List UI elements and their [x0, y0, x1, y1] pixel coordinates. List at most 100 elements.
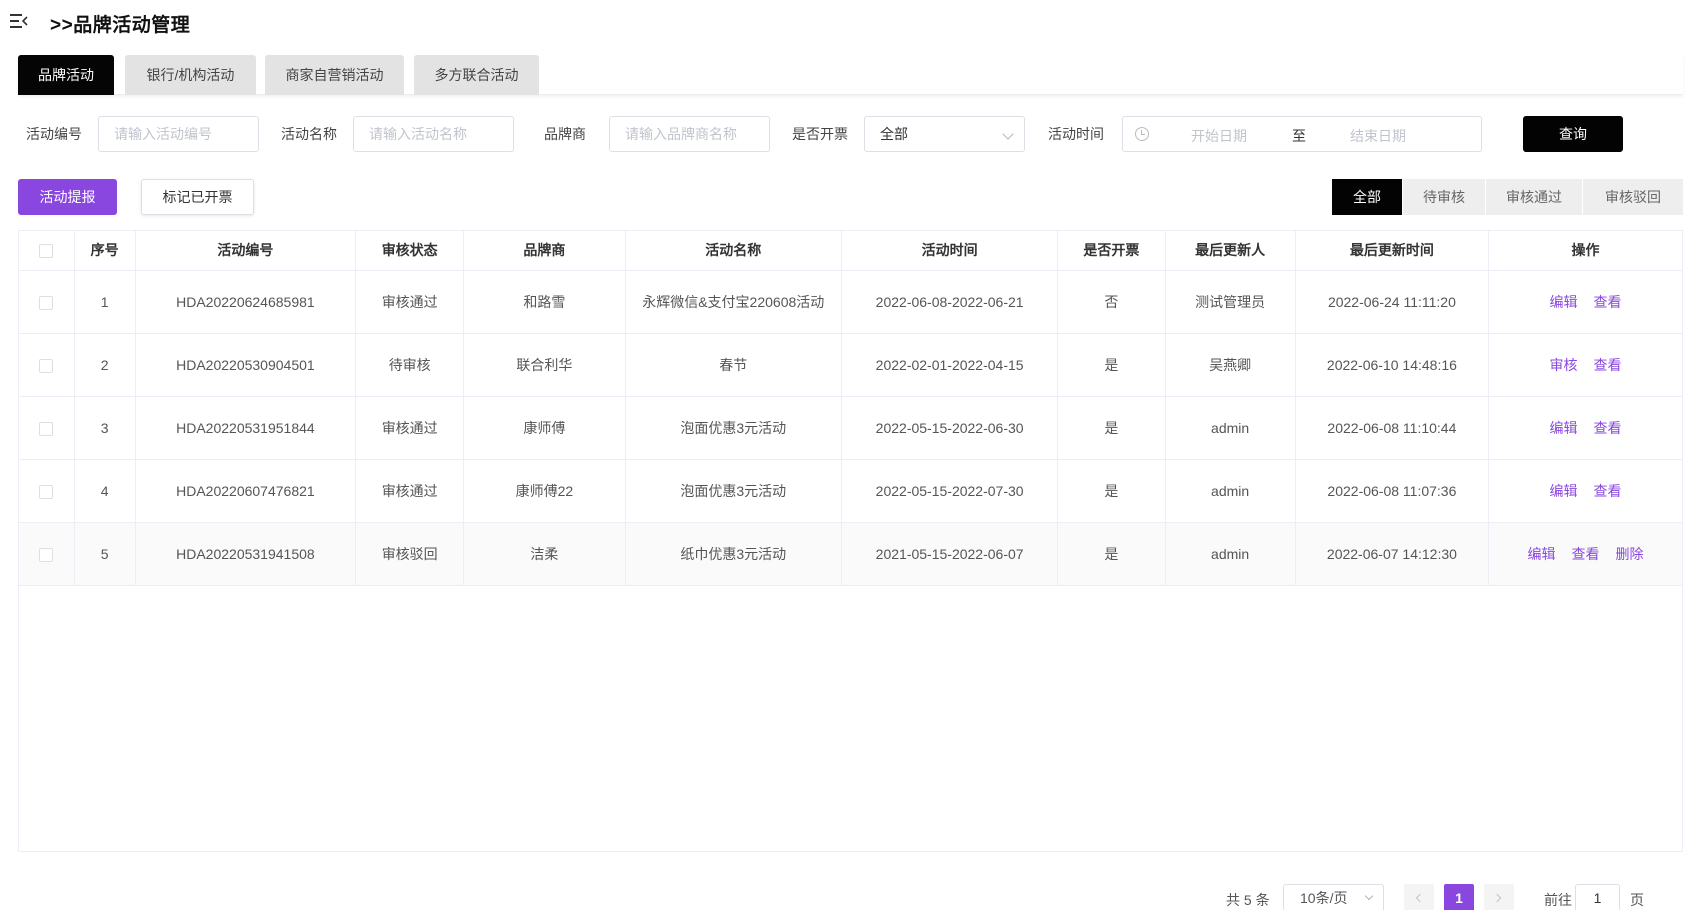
clock-icon	[1135, 127, 1149, 141]
view-link[interactable]: 查看	[1594, 483, 1622, 499]
row-name: 泡面优惠3元活动	[625, 396, 842, 460]
chevron-right-icon	[1492, 893, 1502, 903]
row-updated: 2022-06-08 11:07:36	[1295, 459, 1490, 523]
page-number-current[interactable]: 1	[1444, 884, 1474, 910]
row-checkbox[interactable]	[39, 295, 54, 310]
row-time: 2022-05-15-2022-06-30	[841, 396, 1059, 460]
invoice-select[interactable]: 全部	[864, 116, 1025, 152]
row-brand: 联合利华	[463, 333, 626, 397]
activity-no-input[interactable]: 请输入活动编号	[98, 116, 259, 152]
status-filter-pending[interactable]: 待审核	[1403, 179, 1485, 215]
view-link[interactable]: 查看	[1572, 546, 1600, 562]
row-time: 2022-06-08-2022-06-21	[841, 270, 1059, 334]
row-checkbox[interactable]	[39, 547, 54, 562]
brand-label: 品牌商	[544, 126, 586, 142]
page-size-select[interactable]: 10条/页	[1283, 884, 1384, 910]
activity-report-button[interactable]: 活动提报	[18, 179, 117, 215]
view-link[interactable]: 查看	[1594, 294, 1622, 310]
query-button[interactable]: 查询	[1523, 116, 1623, 152]
column-header: 活动时间	[841, 231, 1059, 271]
status-filter-approved[interactable]: 审核通过	[1486, 179, 1582, 215]
column-header: 品牌商	[463, 231, 626, 271]
row-name: 春节	[625, 333, 842, 397]
row-time: 2022-02-01-2022-04-15	[841, 333, 1059, 397]
chevron-left-icon	[1415, 893, 1425, 903]
row-name: 永辉微信&支付宝220608活动	[625, 270, 842, 334]
table-row: 4 HDA20220607476821 审核通过 康师傅22 泡面优惠3元活动 …	[19, 459, 1682, 523]
activity-no-label: 活动编号	[26, 126, 82, 142]
row-name: 纸巾优惠3元活动	[625, 522, 842, 586]
page-header: >>品牌活动管理	[0, 0, 1690, 44]
row-updated: 2022-06-07 14:12:30	[1295, 522, 1490, 586]
review-link[interactable]: 审核	[1550, 357, 1578, 373]
row-ops: 编辑 查看 删除	[1488, 522, 1682, 586]
activity-time-label: 活动时间	[1048, 126, 1104, 142]
invoice-label: 是否开票	[792, 126, 848, 142]
row-ops: 编辑 查看	[1488, 396, 1682, 460]
column-header: 最后更新时间	[1295, 231, 1490, 271]
row-no: 3	[74, 396, 136, 460]
prev-page-button[interactable]	[1404, 884, 1434, 910]
date-range-separator: 至	[1292, 128, 1306, 144]
table-row: 1 HDA20220624685981 审核通过 和路雪 永辉微信&支付宝220…	[19, 270, 1682, 334]
row-brand: 康师傅22	[463, 459, 626, 523]
edit-link[interactable]: 编辑	[1528, 546, 1556, 562]
row-updated: 2022-06-08 11:10:44	[1295, 396, 1490, 460]
row-brand: 洁柔	[463, 522, 626, 586]
row-updater: 测试管理员	[1165, 270, 1296, 334]
pagination-total: 共 5 条	[1226, 892, 1270, 908]
activity-date-range[interactable]: 开始日期 至 结束日期	[1122, 116, 1482, 152]
brand-input[interactable]: 请输入品牌商名称	[609, 116, 770, 152]
row-checkbox[interactable]	[39, 484, 54, 499]
page-title: >>品牌活动管理	[50, 15, 191, 36]
column-header: 序号	[74, 231, 136, 271]
row-status: 审核驳回	[355, 522, 465, 586]
row-no: 2	[74, 333, 136, 397]
column-header: 最后更新人	[1165, 231, 1296, 271]
table-row: 5 HDA20220531941508 审核驳回 洁柔 纸巾优惠3元活动 202…	[19, 522, 1682, 586]
edit-link[interactable]: 编辑	[1550, 420, 1578, 436]
select-all-checkbox[interactable]	[39, 244, 54, 259]
row-status: 审核通过	[355, 396, 465, 460]
status-filter-all[interactable]: 全部	[1332, 179, 1402, 215]
tab-merchant-activity[interactable]: 商家自营销活动	[265, 55, 404, 95]
edit-link[interactable]: 编辑	[1550, 294, 1578, 310]
column-header: 活动名称	[625, 231, 842, 271]
column-header: 审核状态	[355, 231, 465, 271]
row-code: HDA20220607476821	[135, 459, 357, 523]
tab-brand-activity[interactable]: 品牌活动	[18, 55, 114, 95]
row-time: 2022-05-15-2022-07-30	[841, 459, 1059, 523]
tab-joint-activity[interactable]: 多方联合活动	[414, 55, 539, 95]
mark-invoiced-button[interactable]: 标记已开票	[141, 179, 254, 215]
view-link[interactable]: 查看	[1594, 357, 1622, 373]
tab-bank-activity[interactable]: 银行/机构活动	[125, 55, 256, 95]
activity-table: 序号 活动编号 审核状态 品牌商 活动名称 活动时间 是否开票 最后更新人 最后…	[18, 230, 1683, 852]
row-time: 2021-05-15-2022-06-07	[841, 522, 1059, 586]
table-row: 3 HDA20220531951844 审核通过 康师傅 泡面优惠3元活动 20…	[19, 396, 1682, 460]
goto-page-input[interactable]: 1	[1575, 884, 1620, 910]
row-checkbox[interactable]	[39, 358, 54, 373]
status-filter-rejected[interactable]: 审核驳回	[1583, 179, 1683, 215]
select-all-cell[interactable]	[19, 231, 75, 271]
delete-link[interactable]: 删除	[1616, 546, 1644, 562]
row-invoice: 是	[1057, 459, 1166, 523]
start-date-input[interactable]: 开始日期	[1191, 126, 1247, 146]
row-invoice: 是	[1057, 522, 1166, 586]
column-header: 操作	[1488, 231, 1682, 271]
row-updated: 2022-06-10 14:48:16	[1295, 333, 1490, 397]
activity-name-input[interactable]: 请输入活动名称	[353, 116, 514, 152]
row-code: HDA20220531941508	[135, 522, 357, 586]
goto-unit-label: 页	[1630, 892, 1644, 908]
next-page-button[interactable]	[1484, 884, 1514, 910]
end-date-input[interactable]: 结束日期	[1350, 126, 1406, 146]
row-updater: admin	[1165, 459, 1296, 523]
row-code: HDA20220531951844	[135, 396, 357, 460]
chevron-down-icon	[1364, 891, 1374, 901]
row-no: 1	[74, 270, 136, 334]
column-header: 是否开票	[1057, 231, 1166, 271]
row-checkbox[interactable]	[39, 421, 54, 436]
menu-fold-icon[interactable]	[10, 13, 28, 29]
goto-label: 前往	[1544, 892, 1572, 908]
view-link[interactable]: 查看	[1594, 420, 1622, 436]
edit-link[interactable]: 编辑	[1550, 483, 1578, 499]
